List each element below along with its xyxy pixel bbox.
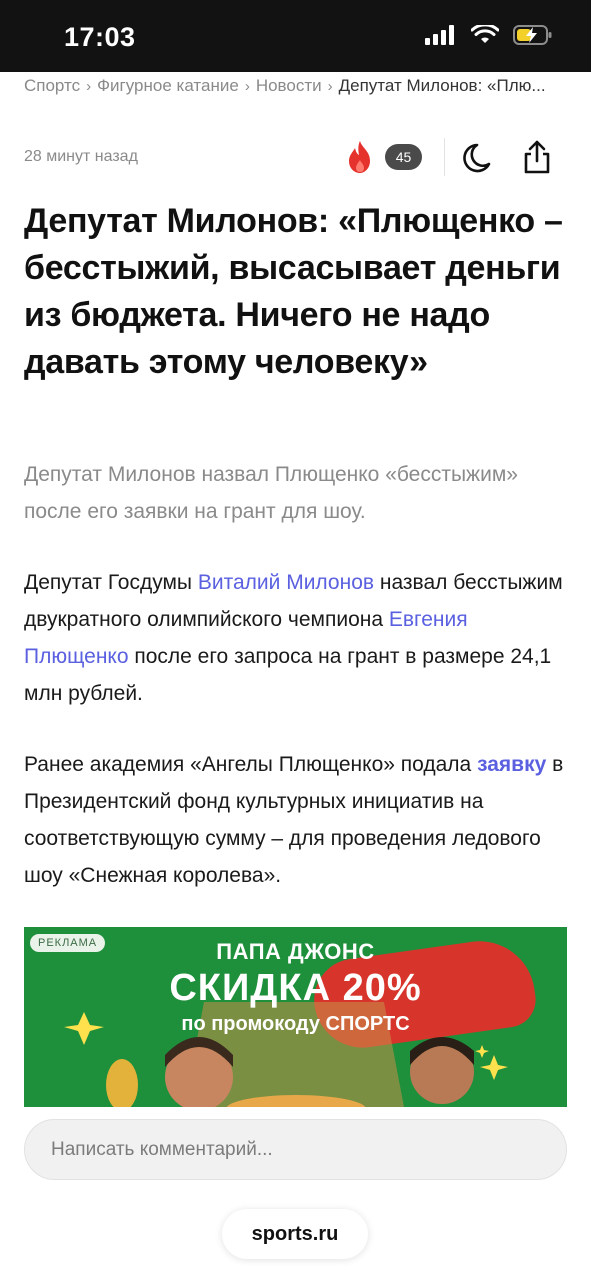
paragraph-text: Депутат Госдумы — [24, 571, 198, 594]
breadcrumb-news[interactable]: Новости — [256, 76, 322, 96]
article-paragraph: Депутат Госдумы Виталий Милонов назвал б… — [24, 564, 569, 712]
article-meta: 28 минут назад 45 — [24, 138, 569, 178]
ad-headline: СКИДКА 20% — [169, 967, 422, 1009]
chevron-right-icon: › — [244, 77, 250, 95]
breadcrumb: Спортс › Фигурное катание › Новости › Де… — [24, 74, 569, 98]
link-application[interactable]: заявку — [477, 753, 546, 776]
breadcrumb-current: Депутат Милонов: «Плю... — [338, 76, 546, 95]
comment-placeholder: Написать комментарий... — [51, 1139, 273, 1160]
link-vitaly-milonov[interactable]: Виталий Милонов — [198, 571, 374, 594]
signal-icon — [425, 25, 454, 45]
fire-icon[interactable] — [346, 140, 374, 174]
breadcrumb-sports[interactable]: Спортс — [24, 76, 80, 96]
status-bar: 17:03 — [0, 0, 591, 72]
ad-brand: ПАПА ДЖОНС — [216, 939, 375, 964]
ad-subline: по промокоду СПОРТС — [181, 1013, 410, 1035]
wifi-icon — [471, 25, 499, 43]
breadcrumb-figure-skating[interactable]: Фигурное катание — [97, 76, 239, 96]
site-url-pill[interactable]: sports.ru — [222, 1209, 368, 1259]
battery-charging-icon — [513, 25, 552, 45]
ad-banner[interactable]: РЕКЛАМА ПАПА ДЖОНС СКИДКА 20% по промоко… — [24, 927, 567, 1107]
meta-divider — [444, 138, 445, 176]
status-icons — [425, 24, 553, 46]
chevron-right-icon: › — [327, 77, 333, 95]
chevron-right-icon: › — [86, 77, 92, 95]
share-icon[interactable] — [522, 140, 552, 174]
article-paragraph: Ранее академия «Ангелы Плющенко» подала … — [24, 746, 569, 894]
status-time: 17:03 — [64, 22, 136, 52]
article-headline: Депутат Милонов: «Плющенко – бесстыжий, … — [24, 202, 563, 381]
paragraph-text: Ранее академия «Ангелы Плющенко» подала — [24, 753, 478, 776]
moon-icon[interactable] — [460, 142, 492, 174]
article-lead: Депутат Милонов назвал Плющенко «бесстыж… — [24, 463, 518, 523]
timestamp: 28 минут назад — [24, 148, 138, 165]
reactions-count-badge[interactable]: 45 — [385, 144, 422, 170]
comment-input[interactable]: Написать комментарий... — [24, 1119, 567, 1180]
